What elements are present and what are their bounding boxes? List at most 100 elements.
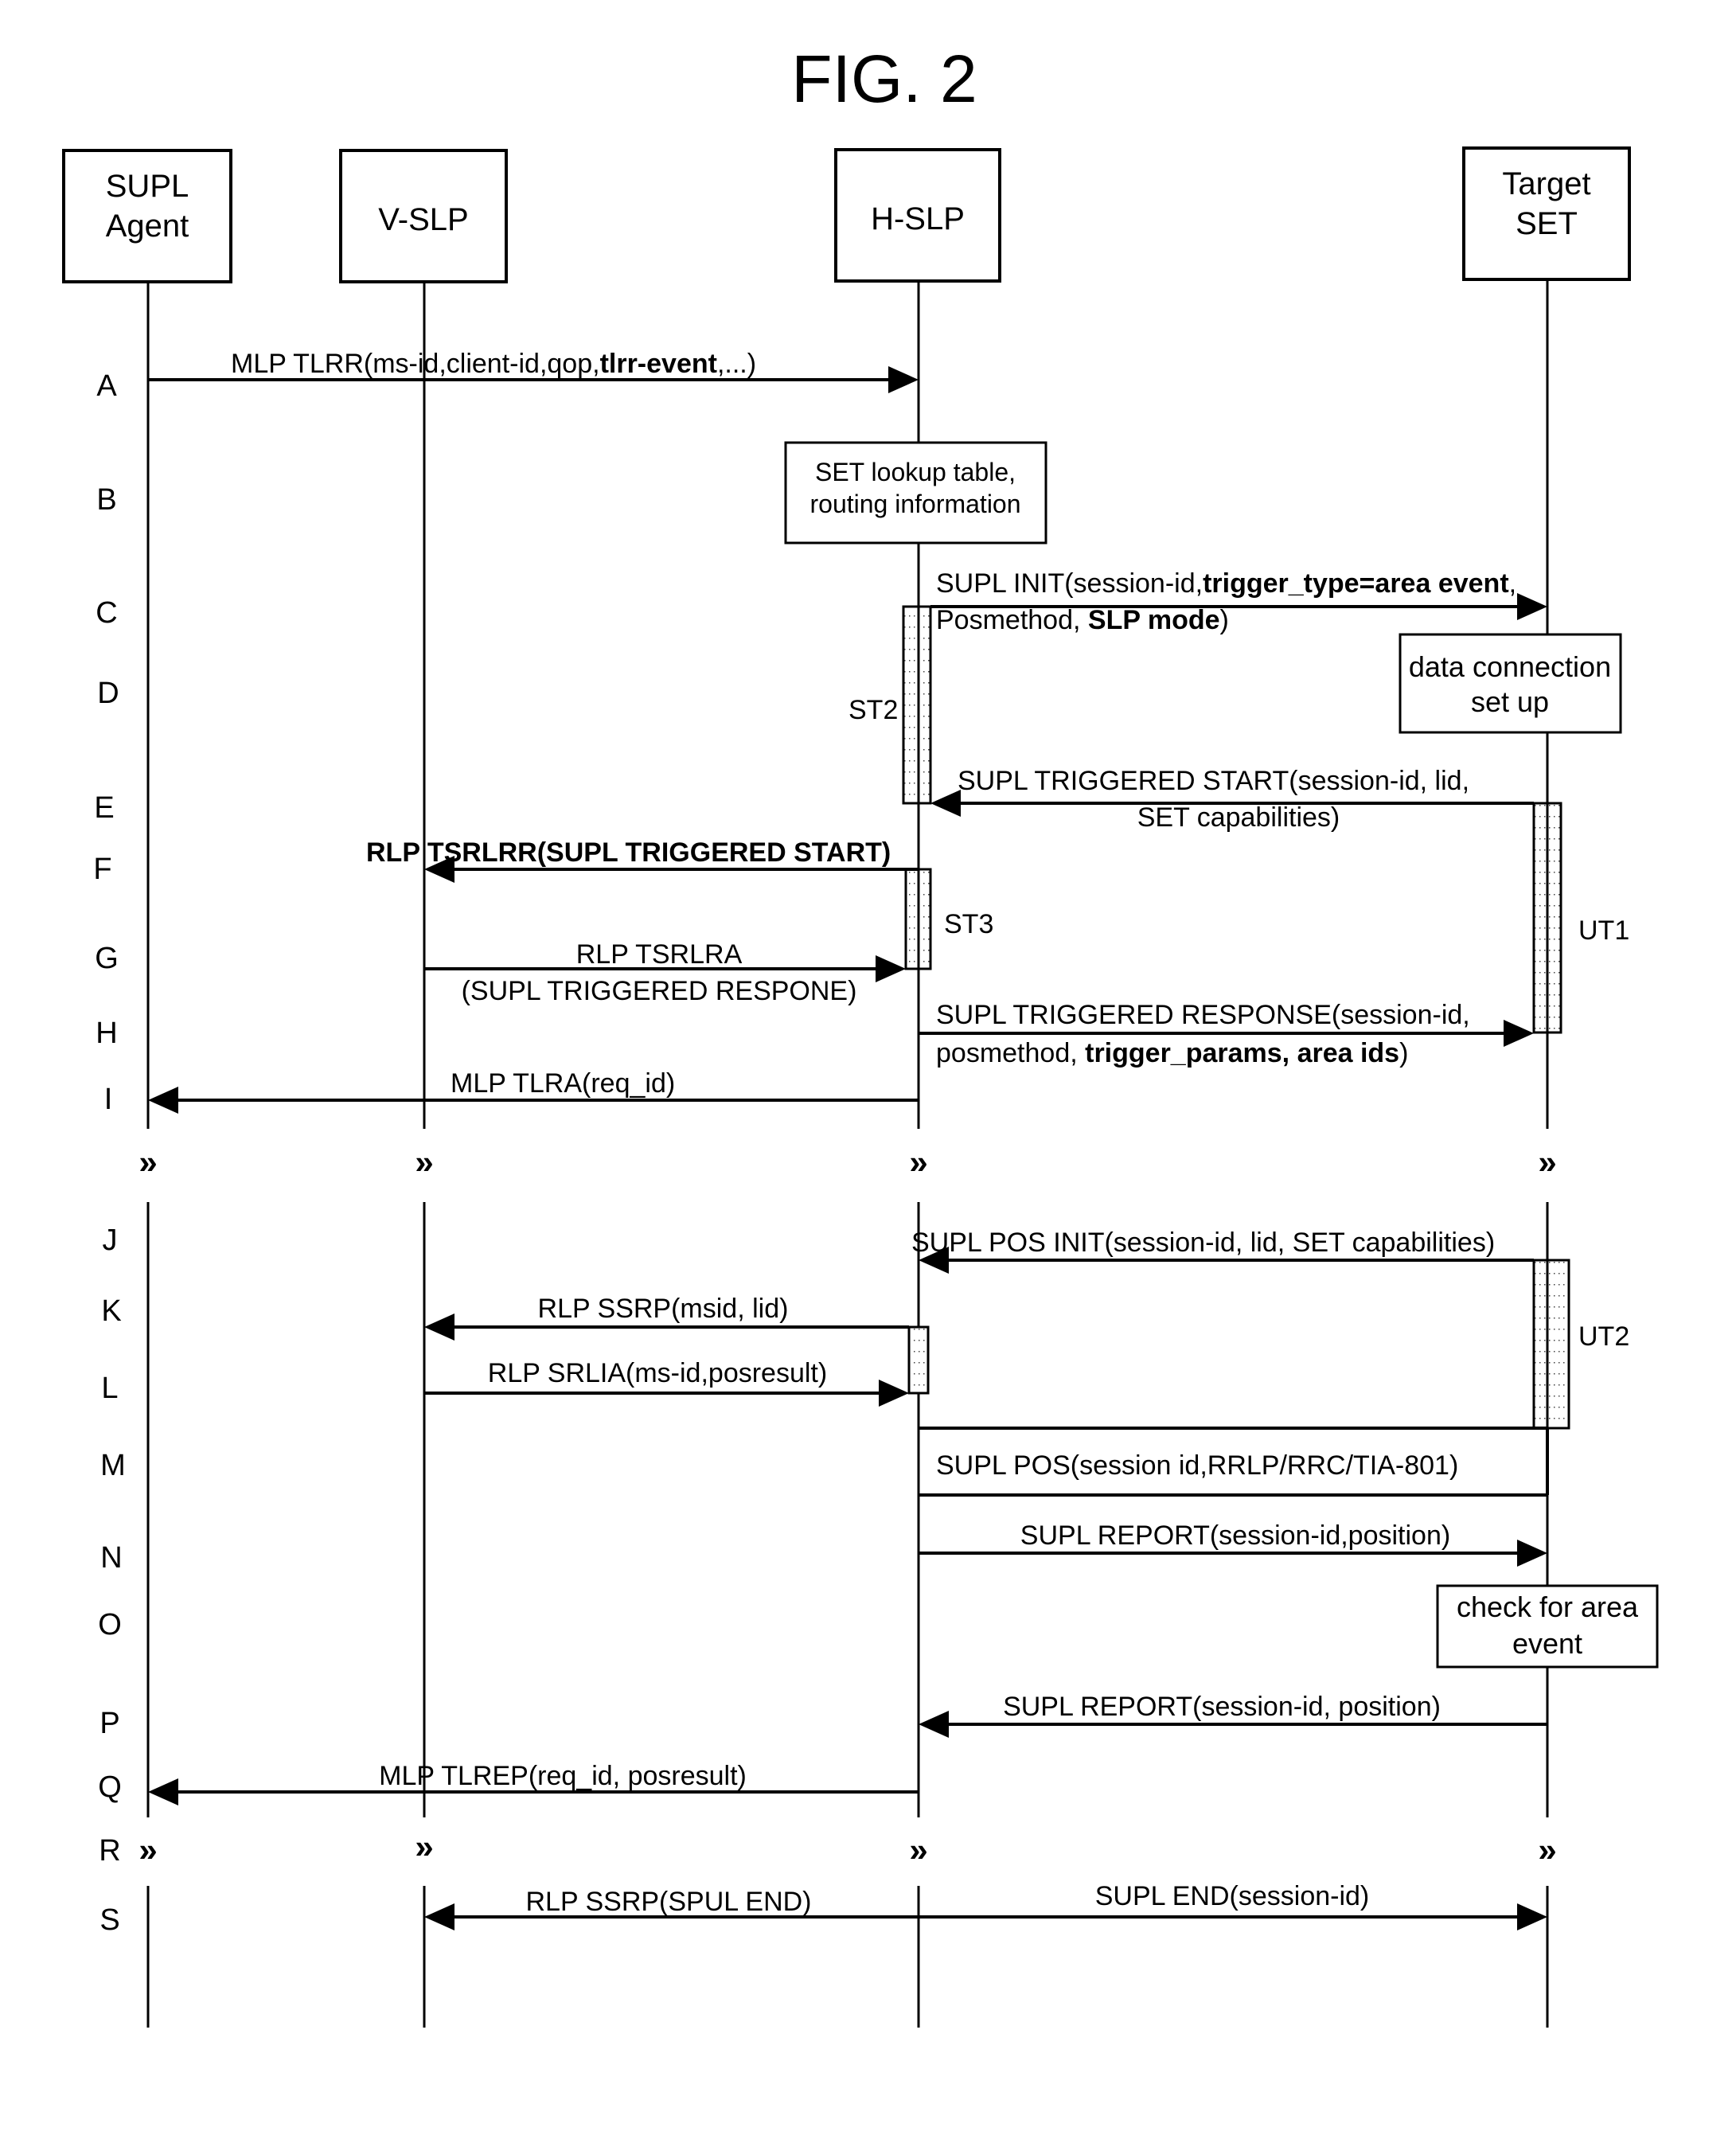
message-label-g-line2: (SUPL TRIGGERED RESPONE) — [462, 976, 857, 1006]
message-p: SUPL REPORT(session-id, position) — [919, 1692, 1547, 1738]
message-label-c-line1: SUPL INIT(session-id,trigger_type=area e… — [936, 568, 1516, 599]
step-label-q: Q — [98, 1770, 122, 1804]
step-label-m: M — [100, 1449, 126, 1482]
message-a: MLP TLRR(ms-id,client-id,qop,tlrr-event,… — [148, 349, 919, 393]
message-s-right: SUPL END(session-id) — [919, 1881, 1547, 1930]
message-label-m: SUPL POS(session id,RRLP/RRC/TIA-801) — [936, 1450, 1458, 1481]
message-label-s-right: SUPL END(session-id) — [1095, 1881, 1370, 1911]
step-label-n: N — [100, 1541, 122, 1575]
message-label-g-line1: RLP TSRLRA — [576, 939, 743, 970]
message-label-j: SUPL POS INIT(session-id, lid, SET capab… — [911, 1228, 1495, 1258]
arrowhead — [424, 1903, 454, 1930]
note-b-set-lookup: SET lookup table, routing information — [784, 441, 1047, 545]
message-label-q: MLP TLREP(req_id, posresult) — [379, 1761, 747, 1791]
note-line: event — [1512, 1627, 1582, 1660]
break-mark: » — [138, 1143, 157, 1181]
timer-st2: ST2 — [848, 605, 932, 805]
break-mark: » — [909, 1831, 927, 1868]
timer-st3: ST3 — [904, 868, 993, 970]
participant-supl-agent: SUPL Agent — [62, 149, 232, 283]
step-label-g: G — [95, 942, 119, 975]
participant-h-slp: H-SLP — [834, 148, 1001, 283]
break-mark: » — [909, 1143, 927, 1181]
step-label-f: F — [93, 853, 111, 886]
message-h: SUPL TRIGGERED RESPONSE(session-id, posm… — [919, 1000, 1534, 1068]
arrowhead — [919, 1711, 949, 1738]
arrowhead — [1517, 593, 1547, 620]
message-label-e-line1: SUPL TRIGGERED START(session-id, lid, — [958, 766, 1469, 796]
message-m: SUPL POS(session id,RRLP/RRC/TIA-801) — [919, 1427, 1549, 1497]
break-mark: » — [415, 1143, 433, 1181]
timer-ut2: UT2 — [1532, 1259, 1629, 1430]
figure-title: FIG. 2 — [791, 41, 977, 116]
activation-h-slp-kl — [907, 1325, 930, 1395]
step-label-i: I — [104, 1083, 113, 1116]
participant-label-line: SUPL — [106, 169, 189, 204]
step-label-h: H — [96, 1017, 117, 1050]
note-line: set up — [1471, 685, 1549, 718]
message-label-h-line1: SUPL TRIGGERED RESPONSE(session-id, — [936, 1000, 1470, 1030]
message-i: MLP TLRA(req_id) — [148, 1068, 919, 1114]
message-e: SUPL TRIGGERED START(session-id, lid, SE… — [930, 766, 1534, 833]
message-label-f: RLP TSRLRR(SUPL TRIGGERED START) — [366, 837, 891, 868]
message-n: SUPL REPORT(session-id,position) — [919, 1520, 1547, 1567]
message-j: SUPL POS INIT(session-id, lid, SET capab… — [911, 1228, 1534, 1274]
timer-label-st2: ST2 — [848, 695, 898, 725]
arrowhead — [148, 1778, 178, 1805]
message-label-a: MLP TLRR(ms-id,client-id,qop,tlrr-event,… — [231, 349, 756, 379]
message-label-k: RLP SSRP(msid, lid) — [538, 1294, 789, 1324]
message-label-c-line2: Posmethod, SLP mode) — [936, 605, 1229, 635]
arrowhead — [1517, 1540, 1547, 1567]
message-s-left: RLP SSRP(SPUL END) — [424, 1887, 919, 1930]
note-line: check for area — [1457, 1591, 1639, 1623]
message-label-n: SUPL REPORT(session-id,position) — [1020, 1520, 1450, 1551]
message-label-e-line2: SET capabilities) — [1137, 802, 1340, 833]
break-mark: » — [1538, 1831, 1556, 1868]
arrowhead — [424, 1314, 454, 1341]
participant-v-slp: V-SLP — [339, 149, 508, 283]
timer-label-ut1: UT1 — [1578, 915, 1629, 946]
message-g: RLP TSRLRA (SUPL TRIGGERED RESPONE) — [424, 939, 906, 1006]
participant-label-line: H-SLP — [871, 201, 965, 236]
step-label-p: P — [99, 1707, 119, 1740]
step-label-r: R — [99, 1834, 120, 1868]
step-label-j: J — [103, 1224, 118, 1257]
message-k: RLP SSRP(msid, lid) — [424, 1294, 909, 1341]
timer-label-st3: ST3 — [944, 909, 993, 939]
step-label-c: C — [96, 596, 117, 630]
timer-label-ut2: UT2 — [1578, 1321, 1629, 1352]
participant-label-line: Agent — [106, 209, 189, 244]
message-label-p: SUPL REPORT(session-id, position) — [1003, 1692, 1441, 1722]
message-q: MLP TLREP(req_id, posresult) — [148, 1761, 919, 1805]
message-f: RLP TSRLRR(SUPL TRIGGERED START) — [366, 837, 919, 883]
note-o-check-area-event: check for area event — [1436, 1584, 1659, 1669]
step-label-a: A — [96, 369, 117, 403]
note-d-data-connection: data connection set up — [1399, 633, 1622, 734]
break-mark: » — [138, 1831, 157, 1868]
step-label-s: S — [99, 1903, 119, 1937]
break-mark: » — [415, 1828, 433, 1865]
message-label-h-line2: posmethod, trigger_params, area ids) — [936, 1038, 1408, 1068]
step-labels: A B C D E F G H I J K L M N O P Q R S — [93, 369, 125, 1937]
participant-label-line: V-SLP — [378, 202, 468, 237]
break-mark: » — [1538, 1143, 1556, 1181]
message-l: RLP SRLIA(ms-id,posresult) — [424, 1358, 909, 1407]
step-label-d: D — [97, 677, 119, 710]
arrowhead — [879, 1380, 909, 1407]
arrowhead — [148, 1087, 178, 1114]
participant-label-line: Target — [1502, 166, 1590, 201]
message-label-i: MLP TLRA(req_id) — [451, 1068, 675, 1099]
arrowhead — [1517, 1903, 1547, 1930]
step-label-b: B — [96, 483, 116, 517]
message-c: SUPL INIT(session-id,trigger_type=area e… — [930, 568, 1547, 635]
message-label-s-left: RLP SSRP(SPUL END) — [526, 1887, 812, 1917]
sequence-diagram: FIG. 2 SUPL Agent V-SLP H-SLP Target SET… — [62, 41, 1659, 2028]
arrowhead — [930, 790, 961, 817]
message-label-l: RLP SRLIA(ms-id,posresult) — [488, 1358, 827, 1388]
arrowhead — [888, 366, 919, 393]
note-line: SET lookup table, — [815, 458, 1016, 486]
note-line: routing information — [809, 490, 1020, 518]
step-label-o: O — [98, 1608, 122, 1641]
timer-ut1: UT1 — [1532, 802, 1629, 1034]
step-label-e: E — [94, 791, 114, 825]
